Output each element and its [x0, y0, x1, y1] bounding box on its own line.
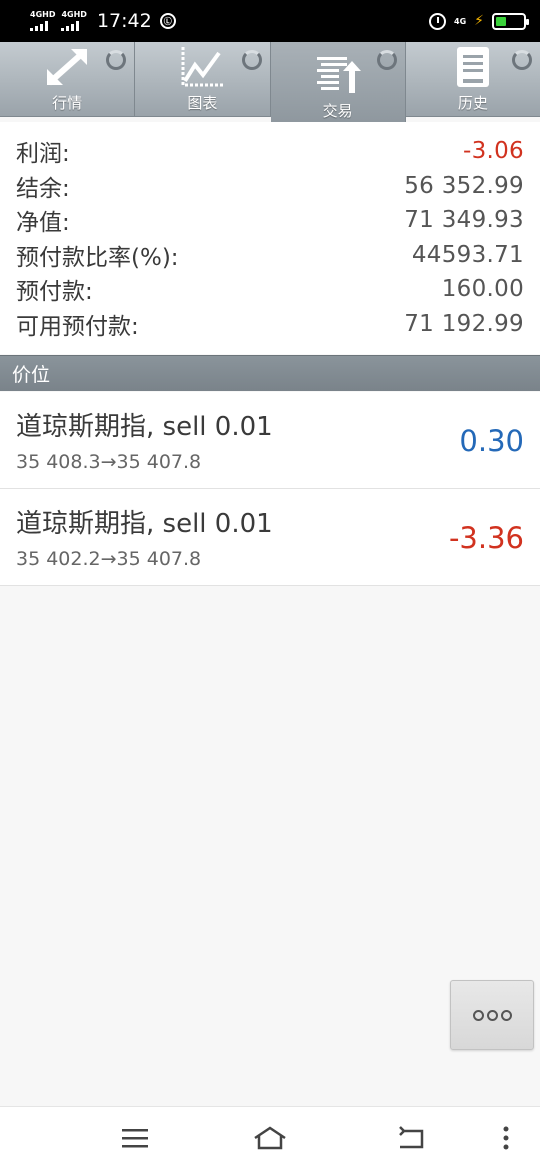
network-indicator: 4G [454, 16, 467, 26]
quotes-arrows-icon [41, 44, 93, 90]
position-profit: -3.36 [448, 521, 524, 555]
menu-icon[interactable] [120, 1125, 150, 1155]
position-prices: 35 402.2→35 407.8 [16, 548, 202, 570]
trade-list-icon [312, 52, 364, 98]
signal-bars-icon [61, 21, 80, 31]
summary-value: -3.06 [462, 138, 524, 165]
home-icon[interactable] [252, 1125, 288, 1155]
position-item[interactable]: 道琼斯期指, sell 0.01 35 408.3→35 407.8 0.30 [0, 392, 540, 489]
position-item[interactable]: 道琼斯期指, sell 0.01 35 402.2→35 407.8 -3.36 [0, 489, 540, 586]
signal-2: 4GHD [61, 10, 87, 31]
summary-row-balance: 结余: 56 352.99 [16, 169, 524, 204]
summary-label: 预付款比率(%): [16, 244, 179, 271]
position-prices: 35 408.3→35 407.8 [16, 451, 202, 473]
summary-value: 44593.71 [411, 241, 524, 268]
summary-label: 结余: [16, 175, 70, 202]
signal-bars-icon [30, 21, 48, 31]
tab-label: 交易 [322, 102, 353, 120]
summary-label: 可用预付款: [16, 313, 139, 340]
tab-trade[interactable]: 交易 [270, 42, 406, 124]
tab-label: 历史 [457, 94, 488, 112]
back-icon[interactable] [396, 1125, 426, 1155]
more-dots-icon [500, 1009, 512, 1021]
tab-history[interactable]: 历史 [406, 42, 540, 116]
more-vertical-icon[interactable] [502, 1125, 510, 1155]
account-summary: 利润: -3.06 结余: 56 352.99 净值: 71 349.93 预付… [0, 122, 540, 354]
alarm-icon [429, 12, 447, 30]
status-time: 17:42 [96, 10, 152, 32]
summary-row-margin: 预付款: 160.00 [16, 272, 524, 307]
section-header-positions: 价位 [0, 355, 540, 391]
summary-value: 71 349.93 [404, 207, 524, 234]
history-document-icon [447, 44, 499, 90]
network-type-label: 4GHD [30, 10, 56, 19]
tab-quotes[interactable]: 行情 [0, 42, 136, 116]
charging-icon: ⚡ [474, 13, 484, 29]
summary-value: 71 192.99 [404, 310, 524, 337]
tab-bar: 行情 图表 交易 历史 [0, 42, 540, 124]
loading-spinner-icon [241, 50, 262, 70]
position-title: 道琼斯期指, sell 0.01 [16, 412, 273, 442]
notification-icon: Ⓛ [159, 13, 176, 29]
network-type-label: 4GHD [61, 10, 87, 19]
summary-label: 预付款: [16, 279, 93, 306]
chart-line-icon [176, 44, 228, 90]
positions-list: 道琼斯期指, sell 0.01 35 408.3→35 407.8 0.30 … [0, 392, 540, 586]
summary-row-profit: 利润: -3.06 [16, 134, 524, 169]
summary-value: 56 352.99 [404, 172, 524, 199]
summary-row-free-margin: 可用预付款: 71 192.99 [16, 307, 524, 342]
status-bar: 4GHD 4GHD 17:42 Ⓛ 4G ⚡ [0, 0, 540, 42]
summary-value: 160.00 [441, 276, 524, 303]
loading-spinner-icon [106, 50, 127, 70]
summary-label: 利润: [16, 141, 70, 168]
loading-spinner-icon [376, 50, 397, 70]
summary-label: 净值: [16, 210, 70, 237]
summary-row-margin-level: 预付款比率(%): 44593.71 [16, 238, 524, 273]
signal-1: 4GHD [30, 11, 55, 31]
battery-icon [492, 12, 529, 30]
position-title: 道琼斯期指, sell 0.01 [16, 509, 273, 539]
summary-row-equity: 净值: 71 349.93 [16, 203, 524, 238]
position-profit: 0.30 [459, 424, 524, 458]
more-dots-icon [472, 1009, 484, 1021]
tab-chart[interactable]: 图表 [135, 42, 271, 116]
more-dots-icon [486, 1009, 498, 1021]
tab-label: 行情 [52, 94, 83, 112]
loading-spinner-icon [512, 50, 532, 70]
tab-label: 图表 [187, 94, 218, 112]
system-nav-bar [0, 1106, 540, 1170]
more-options-button[interactable] [450, 980, 534, 1050]
